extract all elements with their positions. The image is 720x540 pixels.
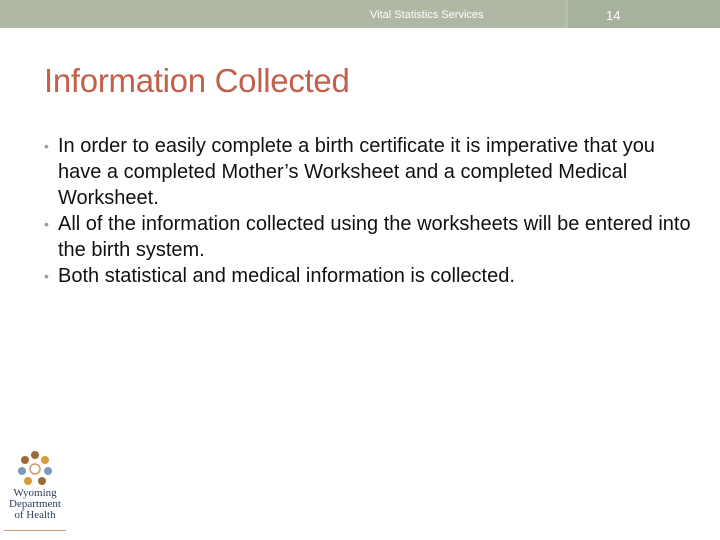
bullet-item: • All of the information collected using… — [44, 211, 694, 263]
slide-number: 14 — [606, 8, 621, 23]
logo-tagline-rule — [4, 530, 66, 537]
bullet-item: • In order to easily complete a birth ce… — [44, 133, 694, 211]
bullet-item: • Both statistical and medical informati… — [44, 263, 694, 289]
bullet-dot-icon: • — [44, 216, 49, 232]
wyoming-department-of-health-logo-icon — [18, 451, 52, 485]
logo-petals — [18, 451, 52, 485]
logo-line: of Health — [14, 509, 56, 521]
bullet-text: Both statistical and medical information… — [58, 265, 515, 287]
logo-wordmark: Wyoming Department of Health — [2, 488, 68, 521]
header-bar: Vital Statistics Services 14 — [0, 0, 720, 28]
bullet-dot-icon: • — [44, 268, 49, 284]
header-right-panel — [568, 0, 720, 28]
header-title: Vital Statistics Services — [370, 9, 484, 21]
bullet-dot-icon: • — [44, 138, 49, 154]
page-title: Information Collected — [44, 62, 350, 99]
department-logo: Wyoming Department of Health — [2, 450, 68, 536]
bullet-text: In order to easily complete a birth cert… — [58, 135, 655, 209]
bullet-text: All of the information collected using t… — [58, 213, 691, 261]
bullet-list: • In order to easily complete a birth ce… — [44, 133, 694, 289]
